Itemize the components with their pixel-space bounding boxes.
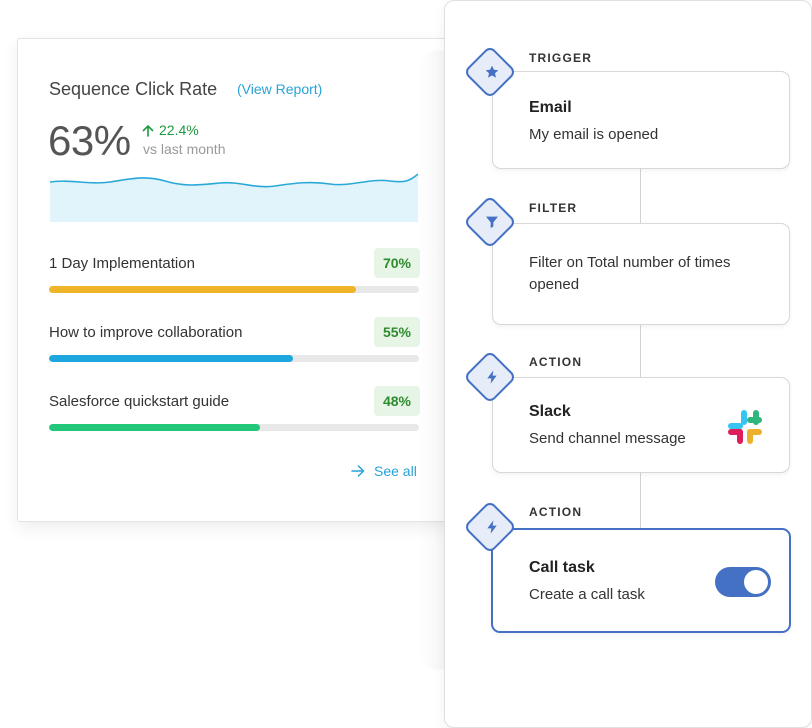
step-kicker: ACTION (529, 505, 583, 519)
arrow-up-icon (142, 124, 154, 137)
step-connector (640, 472, 641, 528)
call-task-step-card[interactable]: Call task Create a call task (491, 528, 791, 633)
progress-label: How to improve collaboration (49, 324, 243, 341)
progress-percent-badge: 55% (374, 317, 420, 347)
slack-step-card[interactable]: Slack Send channel message (492, 377, 790, 473)
click-rate-card: Sequence Click Rate (View Report) 63% 22… (17, 38, 459, 522)
progress-fill (49, 424, 260, 431)
progress-fill (49, 355, 294, 362)
progress-percent-badge: 70% (374, 248, 420, 278)
step-kicker: TRIGGER (529, 51, 593, 65)
step-kicker: FILTER (529, 201, 578, 215)
progress-fill (49, 286, 357, 293)
step-kicker: ACTION (529, 355, 583, 369)
arrow-right-icon (351, 465, 365, 477)
progress-percent-badge: 48% (374, 386, 420, 416)
lightning-icon (478, 513, 506, 541)
card-title: Sequence Click Rate (49, 79, 218, 99)
see-all-link[interactable]: See all (351, 463, 417, 479)
step-title: Slack (529, 403, 571, 420)
workflow-panel: TRIGGER Email My email is opened FILTER … (444, 0, 812, 728)
funnel-icon (478, 208, 506, 236)
rate-change-caption: vs last month (143, 141, 226, 157)
toggle-knob (744, 570, 768, 594)
step-subtitle: Send channel message (529, 430, 686, 447)
progress-item: 1 Day Implementation 70% (49, 248, 420, 315)
progress-label: Salesforce quickstart guide (49, 393, 230, 410)
progress-item: Salesforce quickstart guide 48% (49, 386, 420, 453)
step-subtitle: Filter on Total number of times opened (529, 254, 731, 293)
step-subtitle: My email is opened (529, 126, 659, 143)
filter-step-card[interactable]: Filter on Total number of times opened (492, 223, 790, 325)
see-all-label: See all (374, 463, 417, 479)
slack-logo-icon (728, 410, 762, 444)
lightning-icon (478, 363, 506, 391)
rate-change: 22.4% (142, 122, 199, 138)
call-task-toggle[interactable] (715, 567, 771, 597)
progress-track (49, 424, 419, 431)
click-rate-value: 63% (48, 117, 131, 164)
step-connector (640, 168, 641, 223)
progress-label: 1 Day Implementation (49, 255, 195, 272)
progress-item: How to improve collaboration 55% (49, 317, 420, 384)
step-title: Email (529, 99, 572, 116)
step-subtitle: Create a call task (529, 586, 645, 603)
progress-track (49, 355, 419, 362)
star-icon (478, 58, 506, 86)
view-report-link[interactable]: (View Report) (237, 81, 322, 97)
rate-change-value: 22.4% (159, 122, 199, 138)
progress-track (49, 286, 419, 293)
click-rate-sparkline (50, 173, 418, 222)
step-title: Call task (529, 559, 595, 576)
trigger-step-card[interactable]: Email My email is opened (492, 71, 790, 169)
step-connector (640, 323, 641, 378)
